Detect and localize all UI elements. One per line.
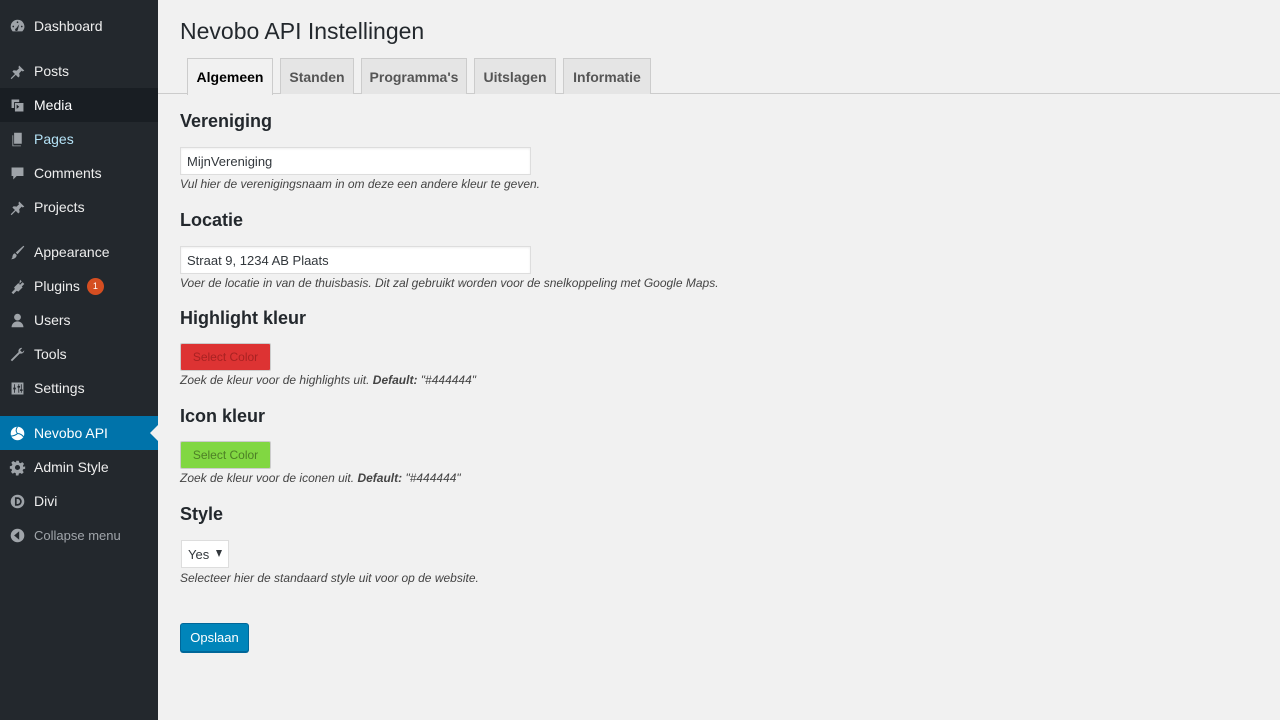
collapse-menu-button[interactable]: Collapse menu: [0, 518, 158, 552]
sidebar-item-label: Tools: [34, 346, 67, 362]
sidebar-item-plugins[interactable]: Plugins 1: [0, 269, 158, 303]
main-content: Nevobo API Instellingen Algemeen Standen…: [158, 0, 1280, 720]
gear-icon: [0, 450, 34, 484]
sidebar-item-projects[interactable]: Projects: [0, 190, 158, 224]
sidebar-item-label: Divi: [34, 493, 58, 509]
locatie-description: Voer de locatie in van de thuisbasis. Di…: [180, 276, 719, 290]
sidebar-item-label: Projects: [34, 199, 85, 215]
sidebar-item-media[interactable]: Media: [0, 88, 158, 122]
sidebar-item-label: Nevobo API: [34, 425, 108, 441]
sidebar-item-label: Settings: [34, 380, 85, 396]
sidebar-item-pages[interactable]: Pages: [0, 122, 158, 156]
tab-standen[interactable]: Standen: [280, 58, 354, 94]
sidebar-item-posts[interactable]: Posts: [0, 54, 158, 88]
description-text: Zoek de kleur voor de highlights uit.: [180, 373, 373, 387]
chevron-down-icon: [216, 550, 222, 557]
tab-programmas[interactable]: Programma's: [361, 58, 467, 94]
vereniging-input[interactable]: [180, 147, 531, 175]
sidebar-item-label: Appearance: [34, 244, 110, 260]
style-heading: Style: [180, 504, 224, 524]
icon-color-picker-button[interactable]: Select Color: [180, 441, 271, 469]
style-description: Selecteer hier de standaard style uit vo…: [180, 571, 479, 585]
divi-icon: [0, 484, 34, 518]
sidebar-item-label: Dashboard: [34, 18, 103, 34]
pin-icon: [0, 54, 34, 88]
sidebar-item-appearance[interactable]: Appearance: [0, 235, 158, 269]
tab-uitslagen[interactable]: Uitslagen: [474, 58, 556, 94]
user-icon: [0, 303, 34, 337]
icon-color-description: Zoek de kleur voor de iconen uit. Defaul…: [180, 471, 461, 485]
pages-icon: [0, 122, 34, 156]
sidebar-item-label: Users: [34, 312, 71, 328]
tab-informatie[interactable]: Informatie: [563, 58, 651, 94]
sidebar-item-admin-style[interactable]: Admin Style: [0, 450, 158, 484]
highlight-color-picker-button[interactable]: Select Color: [180, 343, 271, 371]
default-value: "#444444": [417, 373, 477, 387]
default-label: Default:: [357, 471, 403, 485]
comments-icon: [0, 156, 34, 190]
locatie-input[interactable]: [180, 246, 531, 274]
plugin-icon: [0, 269, 34, 303]
sidebar-item-comments[interactable]: Comments: [0, 156, 158, 190]
sidebar-item-label: Media: [34, 97, 73, 113]
collapse-icon: [0, 518, 34, 552]
dashboard-icon: [0, 9, 34, 43]
sidebar-item-users[interactable]: Users: [0, 303, 158, 337]
sidebar-item-tools[interactable]: Tools: [0, 337, 158, 371]
volleyball-icon: [0, 416, 34, 450]
sidebar-item-label: Collapse menu: [34, 527, 121, 543]
vereniging-description: Vul hier de verenigingsnaam in om deze e…: [180, 177, 541, 191]
tab-algemeen[interactable]: Algemeen: [187, 58, 273, 95]
sidebar-item-dashboard[interactable]: Dashboard: [0, 9, 158, 43]
sidebar-item-nevobo-api[interactable]: Nevobo API: [0, 416, 158, 450]
locatie-heading: Locatie: [180, 210, 244, 230]
sidebar-item-label: Posts: [34, 63, 70, 79]
settings-tabs: Algemeen Standen Programma's Uitslagen I…: [158, 58, 1280, 95]
sidebar-item-settings[interactable]: Settings: [0, 371, 158, 405]
vereniging-heading: Vereniging: [180, 111, 273, 131]
highlight-color-description: Zoek de kleur voor de highlights uit. De…: [180, 373, 476, 387]
page-title: Nevobo API Instellingen: [180, 18, 425, 44]
highlight-color-heading: Highlight kleur: [180, 308, 306, 328]
paintbrush-icon: [0, 235, 34, 269]
pin-icon: [0, 190, 34, 224]
save-button[interactable]: Opslaan: [180, 623, 249, 652]
icon-color-heading: Icon kleur: [180, 406, 266, 426]
sidebar-item-label: Admin Style: [34, 459, 109, 475]
sliders-icon: [0, 371, 34, 405]
wrench-icon: [0, 337, 34, 371]
sidebar-item-divi[interactable]: Divi: [0, 484, 158, 518]
style-select-value: Yes: [188, 546, 210, 562]
sidebar-item-label: Pages: [34, 131, 74, 147]
update-count-badge: 1: [86, 277, 104, 295]
sidebar-item-label: Comments: [34, 165, 102, 181]
style-select[interactable]: Yes: [181, 540, 229, 568]
description-text: Zoek de kleur voor de iconen uit.: [180, 471, 358, 485]
media-icon: [0, 88, 34, 122]
default-value: "#444444": [402, 471, 461, 485]
admin-sidebar: Dashboard Posts Media Pages Comments Pro…: [0, 0, 158, 720]
default-label: Default:: [372, 373, 418, 387]
sidebar-item-label: Plugins: [34, 278, 80, 294]
